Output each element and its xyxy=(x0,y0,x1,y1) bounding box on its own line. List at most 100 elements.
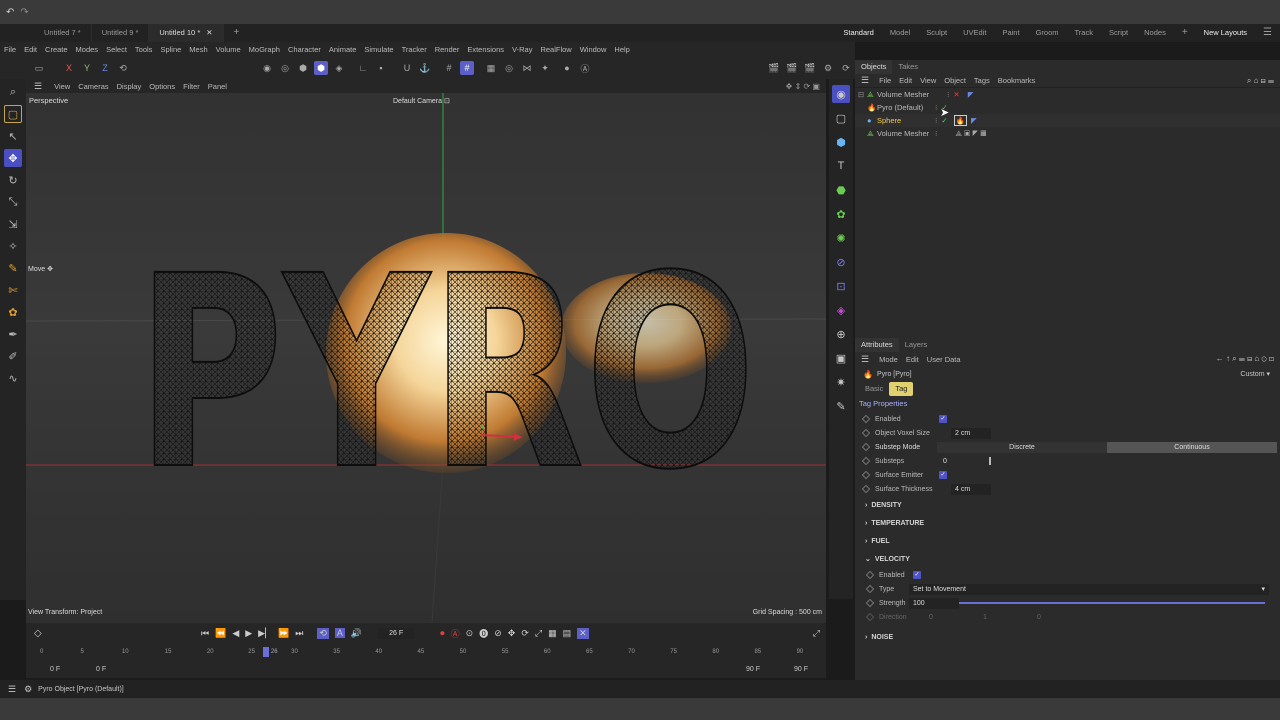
tab-untitled-9[interactable]: Untitled 9 * xyxy=(92,24,150,42)
tab-objects[interactable]: Objects xyxy=(855,60,893,74)
group-density[interactable]: › DENSITY xyxy=(855,496,1280,514)
layout-groom[interactable]: Groom xyxy=(1028,24,1067,42)
range-start[interactable]: 0 F xyxy=(50,666,60,673)
prev-frame-icon[interactable]: ◀ xyxy=(232,628,239,639)
menu-edit[interactable]: Edit xyxy=(20,42,41,57)
tab-layers[interactable]: Layers xyxy=(899,338,934,352)
render-region-icon[interactable]: 🎬 xyxy=(767,61,781,75)
solo-icon[interactable]: ▪ xyxy=(374,61,388,75)
surface-emitter-checkbox[interactable]: ✓ xyxy=(939,471,947,479)
snap-settings-icon[interactable]: ⚓ xyxy=(418,61,432,75)
record-icon[interactable]: ● xyxy=(560,61,574,75)
workplane-icon[interactable]: # xyxy=(460,61,474,75)
camera-icon[interactable]: ▣ xyxy=(832,349,850,367)
pla-key-icon[interactable]: ▤ xyxy=(563,628,572,639)
tag-icon[interactable]: ◤ xyxy=(971,116,977,125)
menu-vray[interactable]: V-Ray xyxy=(508,42,536,57)
render-settings-icon[interactable]: ⚙ xyxy=(821,61,835,75)
sketch-icon[interactable]: ✐ xyxy=(4,347,22,365)
menu-spline[interactable]: Spline xyxy=(156,42,185,57)
layout-model[interactable]: Model xyxy=(882,24,918,42)
search-icon[interactable]: ⌕ xyxy=(4,83,22,101)
keyframe-icon[interactable] xyxy=(861,484,871,494)
menu-help[interactable]: Help xyxy=(610,42,633,57)
key-filter-icon[interactable]: ⊘ xyxy=(494,628,502,639)
placement-icon[interactable]: ✧ xyxy=(4,237,22,255)
menu-icon[interactable]: ☰ xyxy=(1255,24,1280,42)
keyframe-icon[interactable] xyxy=(861,442,871,452)
x-axis-icon[interactable]: X xyxy=(62,61,76,75)
lock-workplane-icon[interactable]: ▦ xyxy=(484,61,498,75)
search-icon[interactable]: ⌕ ⌂ ⊟ ☰ xyxy=(1247,76,1274,86)
menu-volume[interactable]: Volume xyxy=(212,42,245,57)
layout-uvedit[interactable]: UVEdit xyxy=(955,24,994,42)
menu-icon[interactable]: ☰ xyxy=(861,75,869,86)
next-frame-icon[interactable]: ▶▏ xyxy=(258,628,272,639)
object-row[interactable]: ⊟ ⟁ Volume Mesher ⁝ ✕ ◤ xyxy=(855,88,1280,101)
obj-menu-edit[interactable]: Edit xyxy=(895,73,916,88)
pen-icon[interactable]: ✒ xyxy=(4,325,22,343)
field-icon[interactable]: ⊘ xyxy=(832,253,850,271)
menu-mograph[interactable]: MoGraph xyxy=(245,42,284,57)
menu-window[interactable]: Window xyxy=(576,42,611,57)
attr-menu-mode[interactable]: Mode xyxy=(875,352,902,367)
cloner-icon[interactable]: ✿ xyxy=(832,205,850,223)
menu-icon[interactable]: ☰ xyxy=(8,684,16,695)
stop-icon[interactable]: Ⓐ xyxy=(578,61,592,75)
menu-animate[interactable]: Animate xyxy=(325,42,361,57)
edges-mode-icon[interactable]: ◎ xyxy=(278,61,292,75)
scale-key-icon[interactable]: ⤢ xyxy=(535,628,542,639)
keyframe-icon[interactable] xyxy=(865,598,875,608)
scene-icon[interactable]: ⊕ xyxy=(832,325,850,343)
refresh-icon[interactable]: ⟳ xyxy=(839,61,853,75)
menu-simulate[interactable]: Simulate xyxy=(360,42,397,57)
group-velocity[interactable]: ⌄ VELOCITY xyxy=(855,550,1280,568)
loop-icon[interactable]: ⟲ xyxy=(317,627,329,639)
rotate-icon[interactable]: ↻ xyxy=(4,171,22,189)
transform-icon[interactable]: ⇲ xyxy=(4,215,22,233)
camera-object-icon[interactable]: ◉ xyxy=(832,85,850,103)
range-min[interactable]: 0 F xyxy=(96,666,106,673)
symmetry-icon[interactable]: ⋈ xyxy=(520,61,534,75)
enabled-checkbox[interactable]: ✓ xyxy=(939,415,947,423)
tag-icons[interactable]: ⟁ ▣ ◤ ▦ xyxy=(955,129,986,139)
thickness-field[interactable]: 4 cm xyxy=(951,483,991,495)
menu-file[interactable]: File xyxy=(0,42,20,57)
pyro-tag-icon[interactable]: 🔥 xyxy=(953,115,968,126)
spline-icon[interactable]: ∿ xyxy=(4,369,22,387)
polygons-mode-icon[interactable]: ⬢ xyxy=(296,61,310,75)
obj-menu-object[interactable]: Object xyxy=(940,73,970,88)
subtab-tag[interactable]: Tag xyxy=(889,382,914,396)
menu-icon[interactable]: ☰ xyxy=(861,354,869,365)
brush-icon[interactable]: ✎ xyxy=(4,259,22,277)
tab-untitled-7[interactable]: Untitled 7 * xyxy=(34,24,92,42)
settings-icon[interactable]: ✦ xyxy=(538,61,552,75)
keyframe-icon[interactable] xyxy=(865,584,875,594)
menu-mesh[interactable]: Mesh xyxy=(185,42,211,57)
voxel-field[interactable]: 2 cm xyxy=(951,427,991,439)
range-max[interactable]: 90 F xyxy=(794,666,808,673)
keyframe-icon[interactable]: ◇ xyxy=(34,628,42,639)
layout-track[interactable]: Track xyxy=(1066,24,1100,42)
preset-dropdown[interactable]: Custom ▾ xyxy=(1240,370,1270,378)
range-end[interactable]: 90 F xyxy=(746,666,760,673)
model-mode-icon[interactable]: ⬢ xyxy=(314,61,328,75)
viewport-menu-panel[interactable]: Panel xyxy=(204,79,231,94)
selection-icon[interactable]: ▢ xyxy=(4,105,22,123)
group-noise[interactable]: › NOISE xyxy=(855,628,1280,646)
layout-paint[interactable]: Paint xyxy=(994,24,1027,42)
light-icon[interactable]: ✷ xyxy=(832,373,850,391)
visibility-icon[interactable]: ⁝ xyxy=(947,90,949,99)
menu-render[interactable]: Render xyxy=(431,42,464,57)
menu-create[interactable]: Create xyxy=(41,42,72,57)
close-icon[interactable]: ✕ xyxy=(206,28,212,37)
param-key-icon[interactable]: ▦ xyxy=(548,628,557,639)
prev-key-icon[interactable]: ⏪ xyxy=(215,628,226,639)
obj-menu-view[interactable]: View xyxy=(916,73,940,88)
sound-icon[interactable]: 🔊 xyxy=(351,628,362,639)
disabled-icon[interactable]: ✕ xyxy=(953,90,959,99)
viewport-menu-filter[interactable]: Filter xyxy=(179,79,204,94)
next-key-icon[interactable]: ⏩ xyxy=(278,628,289,639)
obj-menu-tags[interactable]: Tags xyxy=(970,73,994,88)
substeps-slider[interactable] xyxy=(989,457,991,465)
